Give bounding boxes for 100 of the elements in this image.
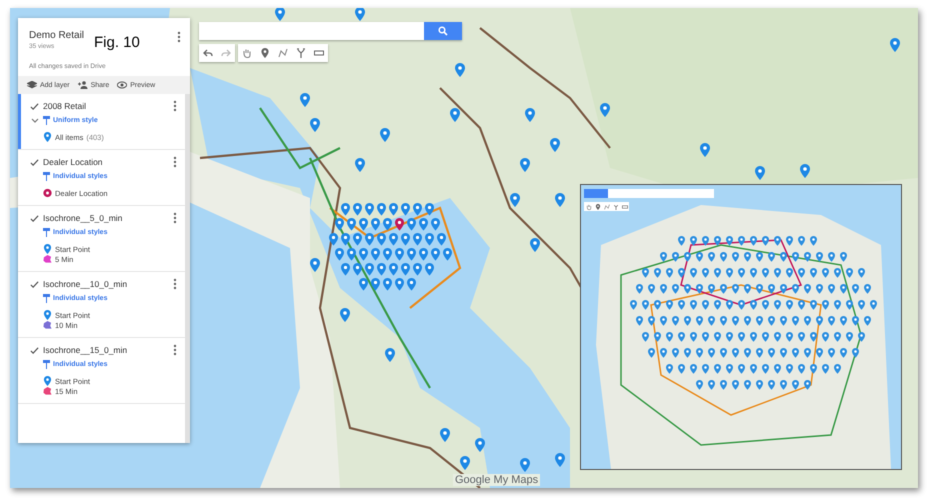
map-pin-icon[interactable] [355, 158, 365, 172]
map-pin-icon[interactable] [792, 380, 799, 390]
map-pin-icon[interactable] [371, 218, 380, 231]
map-pin-icon[interactable] [437, 233, 446, 246]
layer-name[interactable]: 2008 Retail [43, 101, 86, 111]
map-pin-icon[interactable] [816, 284, 823, 294]
layer-name[interactable]: Dealer Location [43, 157, 103, 167]
map-pin-icon[interactable] [395, 218, 404, 231]
map-pin-icon[interactable] [732, 252, 739, 262]
map-pin-icon[interactable] [690, 268, 697, 278]
more-options-icon[interactable] [177, 31, 181, 43]
map-pin-icon[interactable] [786, 236, 793, 246]
map-pin-icon[interactable] [347, 218, 356, 231]
map-pin-icon[interactable] [750, 364, 757, 374]
search-field[interactable] [584, 189, 714, 198]
map-pin-icon[interactable] [714, 236, 721, 246]
map-pin-icon[interactable] [702, 300, 709, 310]
map-pin-icon[interactable] [431, 248, 440, 261]
map-pin-icon[interactable] [852, 348, 859, 358]
map-pin-icon[interactable] [347, 248, 356, 261]
map-pin-icon[interactable] [738, 300, 745, 310]
map-pin-icon[interactable] [744, 380, 751, 390]
map-pin-icon[interactable] [786, 268, 793, 278]
map-pin-icon[interactable] [738, 364, 745, 374]
map-pin-icon[interactable] [762, 236, 769, 246]
map-pin-icon[interactable] [756, 252, 763, 262]
map-pin-icon[interactable] [510, 193, 520, 207]
map-pin-icon[interactable] [401, 263, 410, 276]
map-pin-icon[interactable] [762, 268, 769, 278]
map-pin-icon[interactable] [636, 284, 643, 294]
map-pin-icon[interactable] [385, 348, 395, 362]
map-pin-icon[interactable] [726, 332, 733, 342]
map-pin-icon[interactable] [310, 118, 320, 132]
map-pin-icon[interactable] [648, 348, 655, 358]
map-pin-icon[interactable] [359, 248, 368, 261]
map-pin-icon[interactable] [702, 364, 709, 374]
map-pin-icon[interactable] [684, 316, 691, 326]
map-pin-icon[interactable] [335, 248, 344, 261]
map-pin-icon[interactable] [822, 300, 829, 310]
checkbox[interactable] [30, 346, 39, 354]
map-pin-icon[interactable] [696, 284, 703, 294]
map-pin-icon[interactable] [816, 348, 823, 358]
map-pin-icon[interactable] [642, 268, 649, 278]
map-pin-icon[interactable] [708, 316, 715, 326]
map-pin-icon[interactable] [678, 300, 685, 310]
map-pin-icon[interactable] [359, 278, 368, 291]
map-pin-icon[interactable] [690, 332, 697, 342]
map-pin-icon[interactable] [365, 263, 374, 276]
map-pin-icon[interactable] [755, 166, 765, 180]
map-pin-icon[interactable] [365, 203, 374, 216]
map-pin-icon[interactable] [786, 332, 793, 342]
map-pin-icon[interactable] [762, 300, 769, 310]
map-pin-icon[interactable] [810, 332, 817, 342]
map-pin-icon[interactable] [750, 236, 757, 246]
map-pin-icon[interactable] [365, 233, 374, 246]
map-pin-icon[interactable] [672, 284, 679, 294]
ruler-icon[interactable] [622, 204, 628, 210]
map-pin-icon[interactable] [696, 348, 703, 358]
map-pin-icon[interactable] [666, 268, 673, 278]
map-pin-icon[interactable] [696, 252, 703, 262]
more-options-icon[interactable] [173, 100, 177, 112]
map-pin-icon[interactable] [340, 308, 350, 322]
map-pin-icon[interactable] [672, 252, 679, 262]
map-pin-icon[interactable] [840, 252, 847, 262]
polyline-icon[interactable] [604, 204, 610, 210]
map-pin-icon[interactable] [714, 268, 721, 278]
map-pin-icon[interactable] [401, 203, 410, 216]
map-pin-icon[interactable] [690, 364, 697, 374]
map-pin-icon[interactable] [732, 316, 739, 326]
map-pin-icon[interactable] [708, 252, 715, 262]
map-pin-icon[interactable] [726, 236, 733, 246]
map-pin-icon[interactable] [762, 364, 769, 374]
map-pin-icon[interactable] [798, 332, 805, 342]
more-options-icon[interactable] [173, 212, 177, 224]
map-pin-icon[interactable] [858, 332, 865, 342]
map-pin-icon[interactable] [594, 204, 600, 210]
map-pin-icon[interactable] [355, 8, 365, 21]
map-pin-icon[interactable] [804, 316, 811, 326]
map-pin-icon[interactable] [642, 332, 649, 342]
map-pin-icon[interactable] [654, 300, 661, 310]
map-pin-icon[interactable] [804, 380, 811, 390]
map-pin-icon[interactable] [822, 332, 829, 342]
map-pin-icon[interactable] [858, 268, 865, 278]
map-pin-icon[interactable] [353, 203, 362, 216]
map-pin-icon[interactable] [380, 128, 390, 142]
map-pin-icon[interactable] [684, 252, 691, 262]
map-pin-icon[interactable] [726, 300, 733, 310]
map-pin-icon[interactable] [475, 438, 485, 452]
map-pin-icon[interactable] [798, 268, 805, 278]
map-pin-icon[interactable] [660, 284, 667, 294]
map-pin-icon[interactable] [678, 236, 685, 246]
map-pin-icon[interactable] [525, 108, 535, 122]
map-pin-icon[interactable] [419, 218, 428, 231]
map-pin-icon[interactable] [708, 348, 715, 358]
map-pin-icon[interactable] [828, 284, 835, 294]
map-pin-icon[interactable] [702, 332, 709, 342]
map-pin-icon[interactable] [890, 38, 900, 52]
map-pin-icon[interactable] [600, 103, 610, 117]
map-pin-icon[interactable] [810, 236, 817, 246]
map-pin-icon[interactable] [431, 218, 440, 231]
